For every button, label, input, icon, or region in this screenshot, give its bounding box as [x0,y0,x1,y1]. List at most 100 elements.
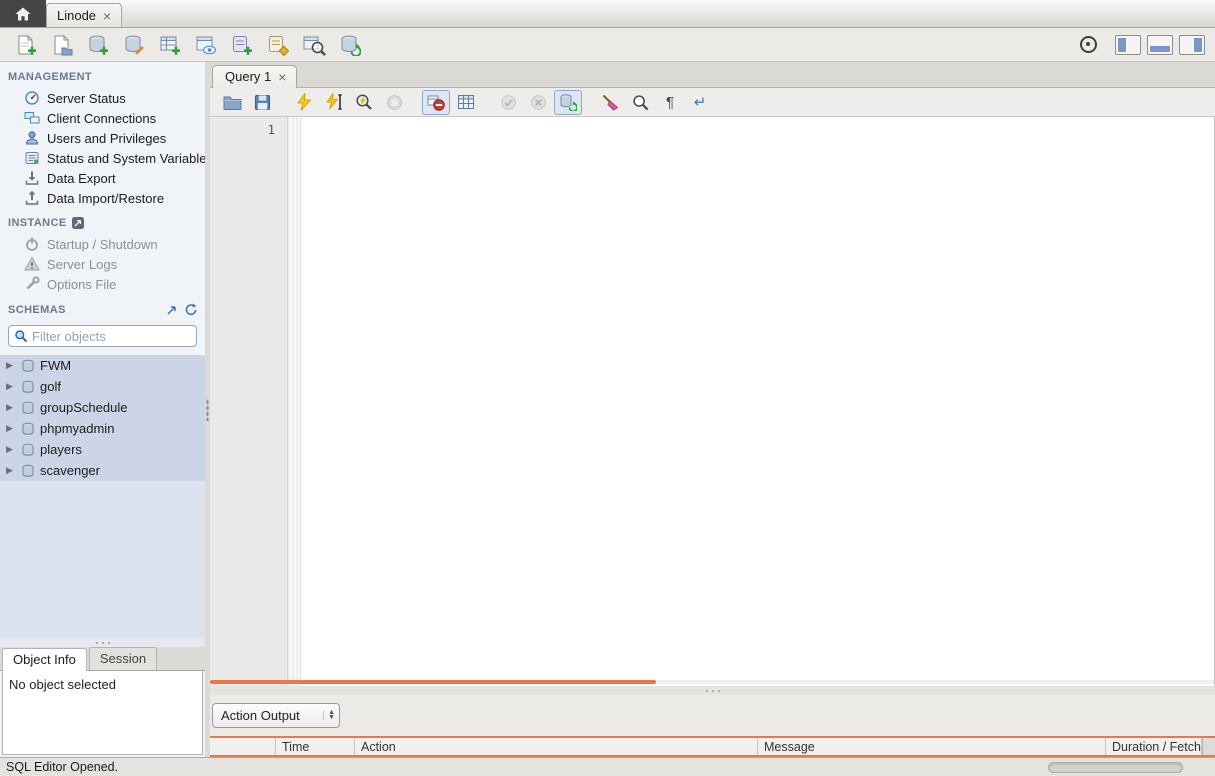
server-logs-icon [24,256,40,272]
line-number: 1 [267,122,275,137]
column-header-duration[interactable]: Duration / Fetch [1106,738,1202,755]
schema-icon [21,422,35,436]
home-tab[interactable] [0,0,46,27]
create-schema-button[interactable] [82,30,114,60]
sidebar-item-startup-shutdown[interactable]: Startup / Shutdown [0,234,205,254]
sql-text-area[interactable] [301,117,1214,686]
beautify-button[interactable] [596,90,624,115]
toggle-stop-on-error-button[interactable] [422,89,450,115]
sidebar-splitter[interactable] [0,639,205,647]
rollback-button[interactable] [524,90,552,115]
system-variables-icon [24,150,40,166]
status-bar: SQL Editor Opened. [0,757,1215,776]
startup-shutdown-icon [24,236,40,252]
sidebar-item-client-connections[interactable]: Client Connections [0,108,205,128]
sidebar-item-server-logs[interactable]: Server Logs [0,254,205,274]
schema-item-players[interactable]: ▶ players [0,439,205,460]
output-toolbar: Action Output ▲ ▼ [210,695,1215,736]
wrap-text-button[interactable]: ↵ [686,90,714,115]
instance-actions-icon[interactable] [71,217,84,229]
schema-item-golf[interactable]: ▶ golf [0,376,205,397]
schema-icon [21,401,35,415]
client-connections-icon [24,110,40,126]
content-area: MANAGEMENT Server Status Client Connecti… [0,62,1215,757]
search-data-button[interactable] [298,30,330,60]
expand-arrow-icon[interactable]: ▶ [6,402,16,413]
editor-h-scrollbar-thumb[interactable] [210,680,656,684]
sidebar-item-data-export[interactable]: Data Export [0,168,205,188]
open-sql-script-button[interactable] [46,30,78,60]
tab-session[interactable]: Session [88,647,158,670]
output-v-scrollbar[interactable] [1202,738,1215,755]
alter-schema-button[interactable] [118,30,150,60]
sidebar-item-system-variables[interactable]: Status and System Variables [0,148,205,168]
commit-button[interactable] [494,90,522,115]
spinner-down-icon[interactable]: ▼ [328,714,335,720]
filter-objects-field [8,325,205,347]
close-connection-tab-icon[interactable]: × [103,9,111,23]
column-header-time[interactable]: Time [276,738,355,755]
main-area: Query 1 × ¶ ↵ 1 Action Output ▲ ▼ Time A… [210,62,1215,757]
create-view-button[interactable] [190,30,222,60]
stop-button[interactable] [380,90,408,115]
data-import-icon [24,190,40,206]
bottom-panel-fill-icon [1150,45,1170,52]
find-button[interactable] [626,90,654,115]
schema-item-phpmyadmin[interactable]: ▶ phpmyadmin [0,418,205,439]
create-table-button[interactable] [154,30,186,60]
create-function-button[interactable] [262,30,294,60]
invisible-chars-button[interactable]: ¶ [656,90,684,115]
query-tab-strip: Query 1 × [210,62,1215,88]
sql-editor-toolbar: ¶ ↵ [210,88,1215,117]
limit-rows-button[interactable] [452,90,480,115]
options-file-icon [24,276,40,292]
create-procedure-button[interactable] [226,30,258,60]
output-panel: Action Output ▲ ▼ Time Action Message Du… [210,695,1215,757]
tab-query-1[interactable]: Query 1 × [212,65,298,88]
tab-object-info[interactable]: Object Info [2,648,87,671]
close-query-tab-icon[interactable]: × [278,70,286,84]
main-toolbar [0,28,1215,62]
sidebar-item-options-file[interactable]: Options File [0,274,205,294]
splitter-grip-icon [91,641,114,645]
save-script-button[interactable] [248,90,276,115]
output-type-selector[interactable]: Action Output ▲ ▼ [212,703,340,728]
window-tab-strip: Linode × [0,0,1215,28]
expand-arrow-icon[interactable]: ▶ [6,381,16,392]
toggle-right-panel-button[interactable] [1179,34,1205,55]
sidebar-item-data-import[interactable]: Data Import/Restore [0,188,205,208]
sidebar-item-users-privileges[interactable]: Users and Privileges [0,128,205,148]
open-script-button[interactable] [218,90,246,115]
new-sql-tab-button[interactable] [10,30,42,60]
editor-h-scrollbar-track [210,680,1214,684]
expand-arrow-icon[interactable]: ▶ [6,465,16,476]
management-section-header: MANAGEMENT [8,71,93,83]
schema-item-groupschedule[interactable]: ▶ groupSchedule [0,397,205,418]
expand-arrow-icon[interactable]: ▶ [6,360,16,371]
explain-button[interactable] [350,90,378,115]
sidebar-item-server-status[interactable]: Server Status [0,88,205,108]
expand-arrow-icon[interactable]: ▶ [6,423,16,434]
pilcrow-icon: ¶ [665,93,675,111]
expand-schemas-icon[interactable] [166,304,178,316]
schema-item-scavenger[interactable]: ▶ scavenger [0,460,205,481]
toggle-autocommit-button[interactable] [554,89,582,115]
filter-objects-input[interactable] [32,328,205,344]
expand-arrow-icon[interactable]: ▶ [6,444,16,455]
splitter-grip-icon [206,398,209,421]
refresh-schemas-icon[interactable] [184,303,197,316]
editor-output-splitter[interactable] [210,686,1215,695]
column-header-message[interactable]: Message [758,738,1106,755]
sidebar: MANAGEMENT Server Status Client Connecti… [0,62,205,757]
schema-item-fwm[interactable]: ▶ FWM [0,355,205,376]
schema-tree-empty-area [0,481,205,639]
toggle-bottom-panel-button[interactable] [1147,34,1173,55]
connection-tab-linode[interactable]: Linode × [46,3,123,27]
column-header-action[interactable]: Action [355,738,758,755]
schemas-section-header: SCHEMAS [0,294,205,321]
execute-button[interactable] [290,90,318,115]
reconnect-button[interactable] [334,30,366,60]
toggle-left-panel-button[interactable] [1115,34,1141,55]
execute-current-statement-button[interactable] [320,90,348,115]
schema-tree: ▶ FWM ▶ golf ▶ groupSchedule ▶ phpmyadmi… [0,355,205,639]
